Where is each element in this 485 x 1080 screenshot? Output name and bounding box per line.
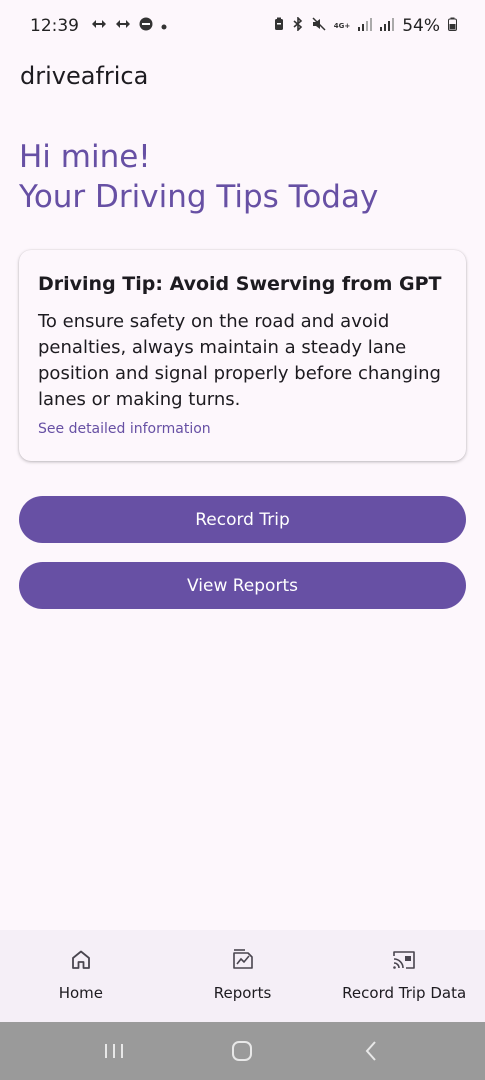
battery-saver-icon [274, 17, 284, 35]
greeting-line-1: Hi mine! [19, 139, 151, 175]
nav-item-reports[interactable]: Reports [162, 930, 324, 1022]
nav-label-reports: Reports [213, 984, 272, 1002]
nav-label-home: Home [58, 984, 103, 1002]
home-circle-icon[interactable] [222, 1031, 262, 1071]
signal-icon [358, 17, 373, 35]
view-reports-button[interactable]: View Reports [19, 562, 466, 609]
dnd-icon [139, 17, 153, 35]
mute-icon [312, 17, 326, 35]
back-icon[interactable] [351, 1031, 391, 1071]
greeting-line-2: Your Driving Tips Today [19, 179, 379, 215]
app-title: driveafrica [20, 62, 149, 90]
status-right: 4G+ 54% [274, 16, 457, 36]
driving-tip-card: Driving Tip: Avoid Swerving from GPT To … [19, 250, 466, 461]
record-trip-button[interactable]: Record Trip [19, 496, 466, 543]
roaming-icon [115, 18, 131, 34]
nav-label-record-trip-data: Record Trip Data [342, 984, 467, 1002]
tip-body: To ensure safety on the road and avoid p… [38, 311, 441, 410]
status-bar: 12:39 4G+ 54% [0, 0, 485, 52]
battery-icon [448, 17, 457, 35]
home-icon [71, 950, 90, 969]
bottom-navigation: Home Reports Record Trip Data [0, 930, 485, 1022]
nav-item-home[interactable]: Home [0, 930, 162, 1022]
signal-icon [380, 17, 395, 35]
tip-title: Driving Tip: Avoid Swerving from GPT [38, 273, 442, 295]
bluetooth-icon [292, 16, 304, 35]
greeting-heading: Hi mine! Your Driving Tips Today [19, 137, 378, 217]
4g-icon: 4G+ [333, 22, 351, 30]
status-time: 12:39 [30, 16, 79, 36]
battery-level: 54% [402, 16, 440, 36]
recents-icon[interactable] [94, 1031, 134, 1071]
system-navigation-bar [0, 1022, 485, 1080]
dot-icon [161, 19, 167, 34]
cast-icon [393, 951, 415, 969]
reports-icon [232, 949, 253, 969]
roaming-icon [91, 18, 107, 34]
status-left: 12:39 [30, 16, 167, 36]
nav-item-record-trip-data[interactable]: Record Trip Data [323, 930, 485, 1022]
see-detailed-information-link[interactable]: See detailed information [38, 421, 446, 437]
